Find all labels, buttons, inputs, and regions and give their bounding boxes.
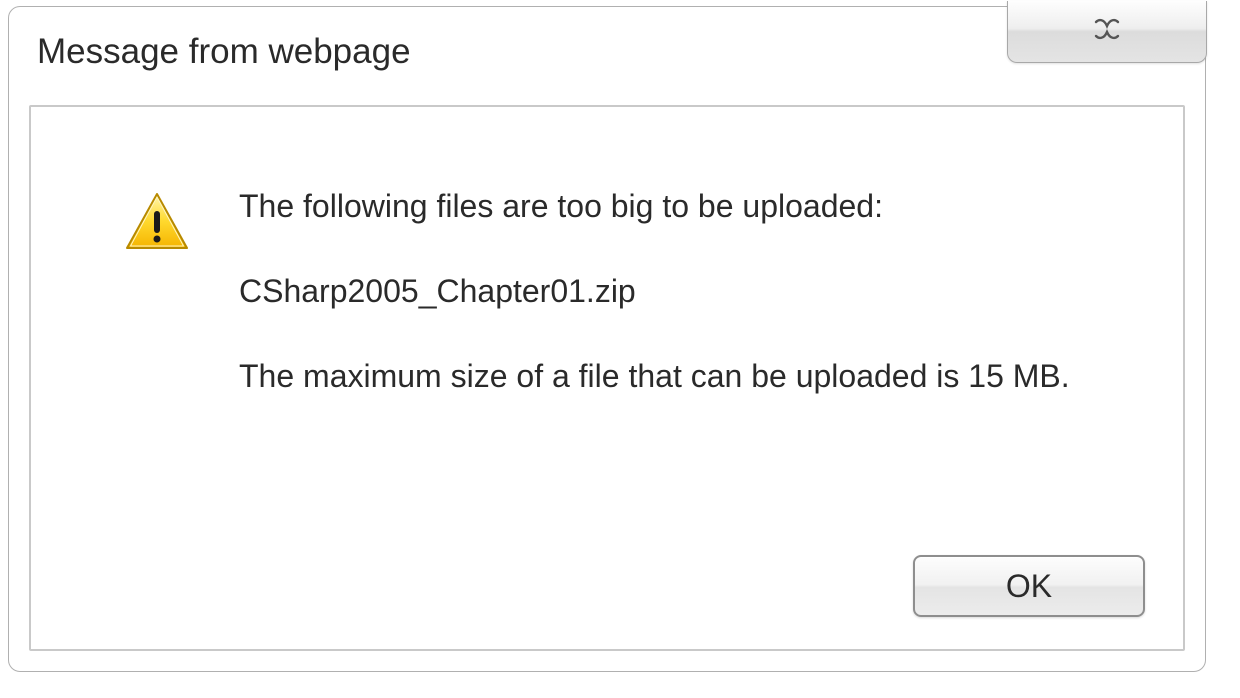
icon-column xyxy=(123,185,191,258)
message-line-1: The following files are too big to be up… xyxy=(239,185,1113,228)
message-line-2: The maximum size of a file that can be u… xyxy=(239,355,1113,398)
button-row: OK xyxy=(913,555,1145,617)
message-area: The following files are too big to be up… xyxy=(31,107,1183,441)
dialog-content: The following files are too big to be up… xyxy=(29,105,1185,651)
message-dialog: Message from webpage xyxy=(8,6,1206,672)
close-button[interactable] xyxy=(1007,1,1207,63)
ok-button[interactable]: OK xyxy=(913,555,1145,617)
close-icon xyxy=(1091,17,1123,46)
dialog-title: Message from webpage xyxy=(37,32,411,72)
message-text: The following files are too big to be up… xyxy=(191,185,1113,441)
message-file-name: CSharp2005_Chapter01.zip xyxy=(239,270,1113,313)
warning-icon xyxy=(123,240,191,257)
titlebar: Message from webpage xyxy=(9,7,1205,97)
